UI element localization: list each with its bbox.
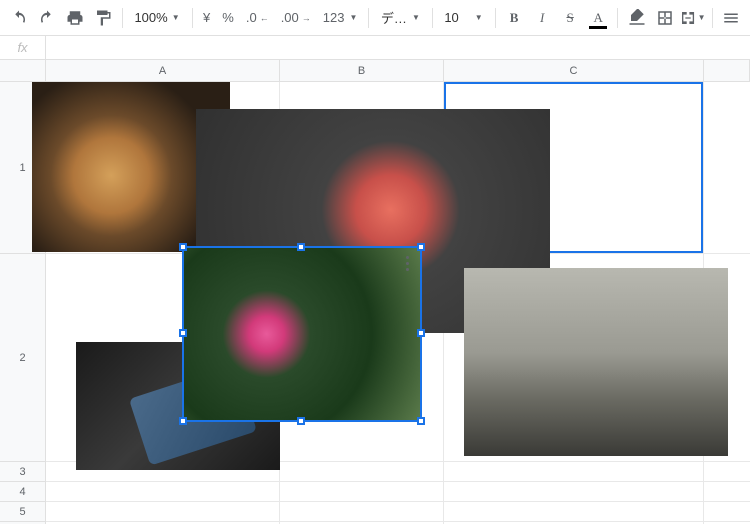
column-header-D[interactable] bbox=[704, 60, 750, 82]
cells-area[interactable] bbox=[46, 82, 750, 524]
resize-handle-tl[interactable] bbox=[179, 243, 187, 251]
font-size-select[interactable]: 10▼ bbox=[438, 10, 488, 25]
fx-label: fx bbox=[0, 36, 46, 59]
image-roses-selected[interactable] bbox=[184, 248, 420, 420]
more-button[interactable] bbox=[718, 5, 744, 31]
paint-format-button[interactable] bbox=[90, 5, 116, 31]
decrease-decimal-button[interactable]: .0← bbox=[241, 10, 274, 25]
chevron-down-icon: ▼ bbox=[349, 13, 357, 22]
formula-bar: fx bbox=[0, 36, 750, 60]
column-header-B[interactable]: B bbox=[280, 60, 444, 82]
bold-button[interactable]: B bbox=[501, 5, 527, 31]
row-header-5[interactable]: 5 bbox=[0, 502, 46, 522]
row-header-4[interactable]: 4 bbox=[0, 482, 46, 502]
resize-handle-tr[interactable] bbox=[417, 243, 425, 251]
resize-handle-bm[interactable] bbox=[297, 417, 305, 425]
resize-handle-tm[interactable] bbox=[297, 243, 305, 251]
image-dome[interactable] bbox=[464, 268, 728, 456]
merge-cells-button[interactable]: ▼ bbox=[680, 5, 706, 31]
more-formats-button[interactable]: 123▼ bbox=[318, 10, 363, 25]
zoom-select[interactable]: 100%▼ bbox=[128, 10, 185, 25]
toolbar: 100%▼ ¥ % .0← .00→ 123▼ デフォルト…▼ 10▼ B I … bbox=[0, 0, 750, 36]
increase-decimal-button[interactable]: .00→ bbox=[276, 10, 316, 25]
row-header-3[interactable]: 3 bbox=[0, 462, 46, 482]
resize-handle-bl[interactable] bbox=[179, 417, 187, 425]
fill-color-button[interactable] bbox=[624, 5, 650, 31]
italic-button[interactable]: I bbox=[529, 5, 555, 31]
font-select[interactable]: デフォルト…▼ bbox=[375, 8, 426, 27]
currency-button[interactable]: ¥ bbox=[198, 10, 215, 25]
chevron-down-icon: ▼ bbox=[698, 13, 706, 22]
undo-button[interactable] bbox=[6, 5, 32, 31]
resize-handle-br[interactable] bbox=[417, 417, 425, 425]
column-headers: A B C bbox=[46, 60, 750, 82]
chevron-down-icon: ▼ bbox=[412, 13, 420, 22]
chevron-down-icon: ▼ bbox=[475, 13, 483, 22]
strikethrough-button[interactable]: S bbox=[557, 5, 583, 31]
row-header-2[interactable]: 2 bbox=[0, 254, 46, 462]
select-all-corner[interactable] bbox=[0, 60, 46, 82]
borders-button[interactable] bbox=[652, 5, 678, 31]
image-options-button[interactable] bbox=[400, 254, 414, 272]
resize-handle-mr[interactable] bbox=[417, 329, 425, 337]
text-color-button[interactable]: A bbox=[585, 5, 611, 31]
print-button[interactable] bbox=[62, 5, 88, 31]
spreadsheet-grid: A B C 1 2 3 4 5 6 bbox=[0, 60, 750, 524]
column-header-C[interactable]: C bbox=[444, 60, 704, 82]
redo-button[interactable] bbox=[34, 5, 60, 31]
column-header-A[interactable]: A bbox=[46, 60, 280, 82]
chevron-down-icon: ▼ bbox=[172, 13, 180, 22]
percent-button[interactable]: % bbox=[217, 10, 239, 25]
resize-handle-ml[interactable] bbox=[179, 329, 187, 337]
